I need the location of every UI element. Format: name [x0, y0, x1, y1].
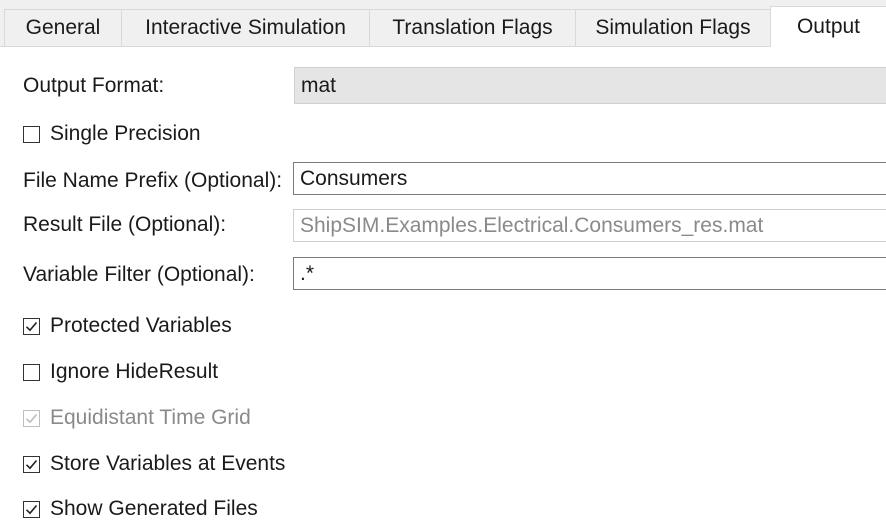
equidistant-time-grid-checkbox-row: Equidistant Time Grid	[23, 406, 251, 430]
tab-label: Interactive Simulation	[145, 16, 346, 39]
tab-interactive-simulation[interactable]: Interactive Simulation	[121, 9, 370, 46]
store-variables-at-events-label: Store Variables at Events	[50, 452, 286, 475]
single-precision-checkbox-row[interactable]: Single Precision	[23, 122, 201, 146]
protected-variables-checkbox-row[interactable]: Protected Variables	[23, 314, 232, 338]
tab-label: General	[25, 16, 101, 39]
file-name-prefix-input[interactable]: Consumers	[293, 162, 886, 195]
tab-label: Output	[796, 15, 861, 38]
tab-general[interactable]: General	[4, 9, 122, 46]
tab-bar: General Interactive Simulation Translati…	[0, 0, 886, 47]
checkbox-checked-icon[interactable]	[23, 500, 40, 518]
tab-label: Translation Flags	[392, 16, 553, 39]
output-format-label: Output Format:	[23, 74, 165, 97]
show-generated-files-checkbox-row[interactable]: Show Generated Files	[23, 497, 258, 521]
protected-variables-label: Protected Variables	[50, 314, 232, 337]
result-file-label: Result File (Optional):	[23, 213, 227, 236]
file-name-prefix-value: Consumers	[300, 166, 408, 190]
variable-filter-value: .*	[300, 261, 315, 285]
result-file-input[interactable]: ShipSIM.Examples.Electrical.Consumers_re…	[293, 209, 886, 242]
tab-translation-flags[interactable]: Translation Flags	[369, 9, 576, 46]
checkbox-checked-icon[interactable]	[23, 317, 40, 335]
tab-simulation-flags[interactable]: Simulation Flags	[575, 9, 771, 46]
ignore-hide-result-checkbox-row[interactable]: Ignore HideResult	[23, 360, 218, 384]
ignore-hide-result-label: Ignore HideResult	[50, 360, 219, 383]
single-precision-label: Single Precision	[50, 122, 201, 145]
equidistant-time-grid-label: Equidistant Time Grid	[50, 406, 251, 429]
variable-filter-label: Variable Filter (Optional):	[23, 263, 255, 286]
show-generated-files-label: Show Generated Files	[50, 497, 258, 520]
variable-filter-input[interactable]: .*	[293, 257, 886, 290]
checkbox-checked-icon[interactable]	[23, 455, 40, 473]
output-format-select[interactable]: mat	[294, 67, 886, 104]
checkbox-unchecked-icon[interactable]	[23, 125, 40, 143]
tab-output[interactable]: Output	[770, 6, 886, 47]
tab-label: Simulation Flags	[595, 16, 751, 39]
output-format-value: mat	[301, 73, 337, 97]
file-name-prefix-label: File Name Prefix (Optional):	[23, 169, 283, 192]
checkbox-checked-disabled-icon	[23, 409, 40, 427]
checkbox-unchecked-icon[interactable]	[23, 363, 40, 381]
store-variables-at-events-checkbox-row[interactable]: Store Variables at Events	[23, 452, 285, 476]
result-file-value: ShipSIM.Examples.Electrical.Consumers_re…	[300, 213, 764, 237]
